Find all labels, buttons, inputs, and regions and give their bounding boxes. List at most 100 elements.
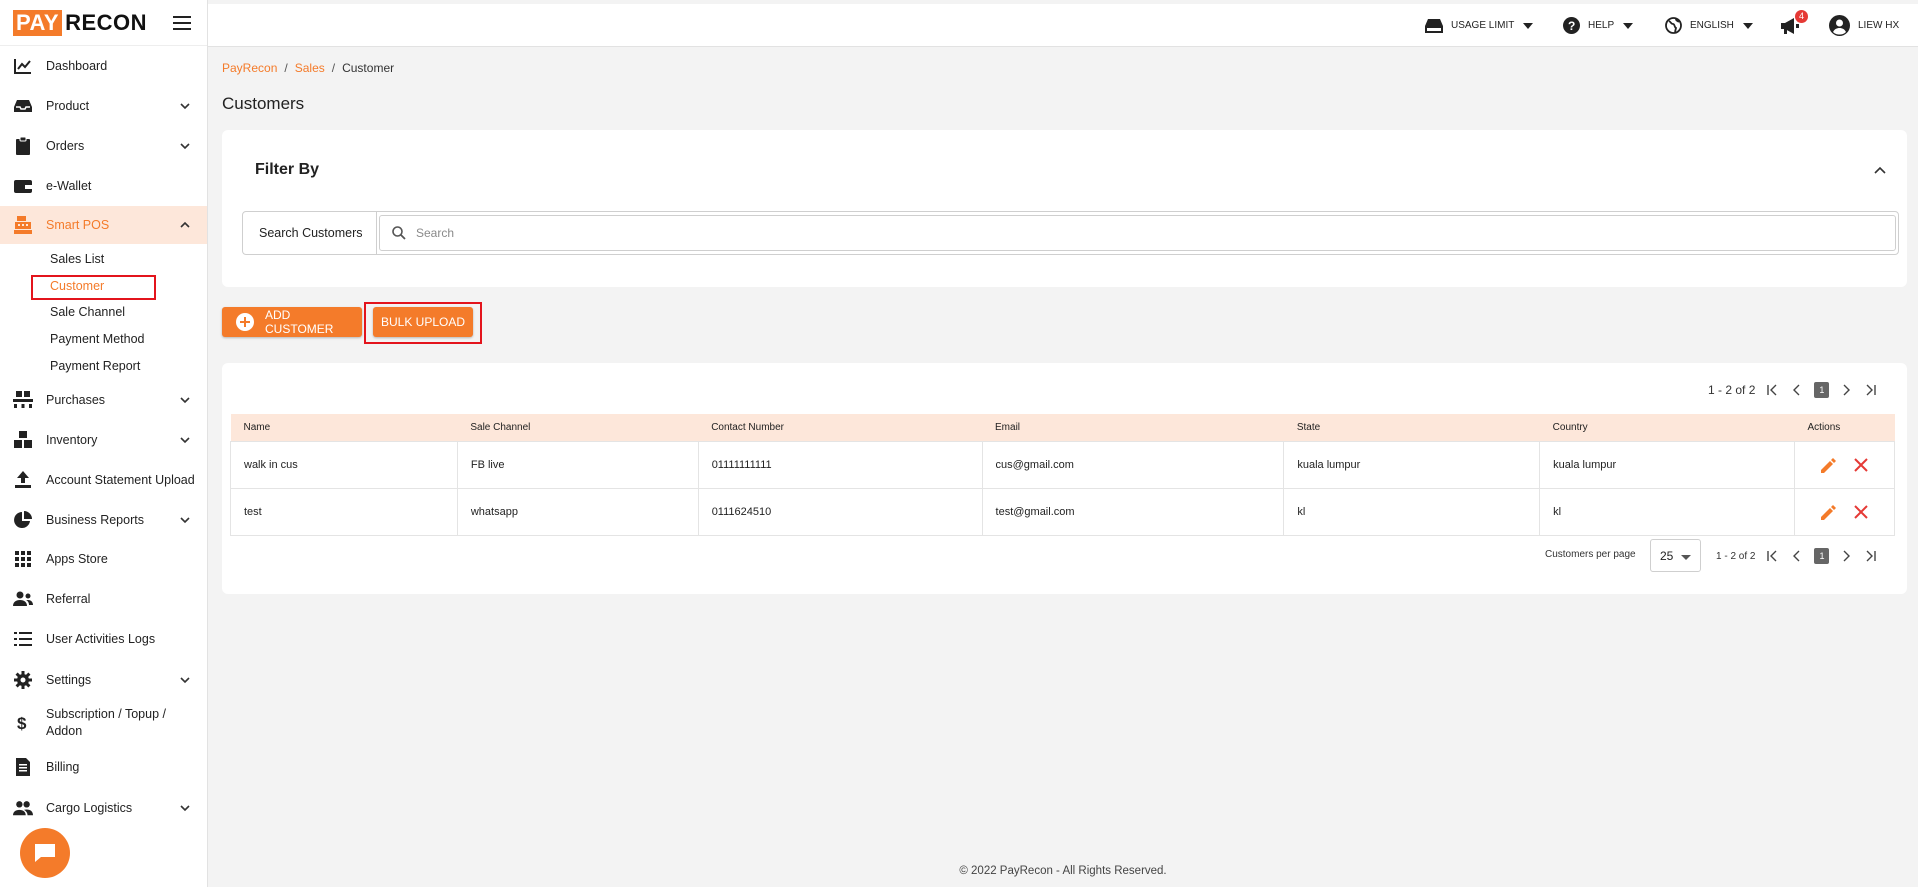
chevron-up-icon[interactable] [1873,164,1887,178]
sidebar-item-label: Inventory [46,432,98,447]
wallet-icon [13,176,33,196]
per-page-value: 25 [1660,548,1674,563]
sidebar-item-settings[interactable]: Settings [0,669,207,691]
breadcrumb-root[interactable]: PayRecon [222,61,277,75]
per-page-select[interactable]: 25 [1650,539,1701,572]
grid-icon [13,549,33,569]
cell-sale-channel: FB live [456,440,699,489]
menu-toggle-icon[interactable] [173,15,191,30]
account-circle-icon [1829,15,1850,36]
customers-table: Name Sale Channel Contact Number Email S… [230,414,1895,536]
sidebar-item-user-activities-logs[interactable]: User Activities Logs [0,628,207,650]
column-header-state[interactable]: State [1283,414,1540,441]
sidebar-subitem-payment-report[interactable]: Payment Report [50,359,140,373]
sidebar-item-subscription[interactable]: $ Subscription / Topup / Addon [0,704,207,742]
chevron-up-icon [180,221,190,228]
add-customer-label: ADD CUSTOMER [265,308,334,336]
brand-logo[interactable]: PAY RECON [13,9,147,36]
sidebar-subitem-sales-list[interactable]: Sales List [50,252,104,266]
top-bar: USAGE LIMIT ? HELP ENGLISH 4 LIEW HX [208,4,1918,47]
first-page-icon[interactable] [1764,548,1780,564]
clipboard-icon [13,136,33,156]
search-icon [392,226,406,240]
chevron-down-icon [180,437,190,444]
usage-limit-label: USAGE LIMIT [1451,20,1515,31]
page-number[interactable]: 1 [1814,548,1830,564]
sidebar-item-label: User Activities Logs [46,631,156,646]
sidebar-item-purchases[interactable]: Purchases [0,389,207,411]
storage-icon [1425,17,1443,35]
sidebar-item-label: Smart POS [46,217,110,232]
sidebar-item-account-statement-upload[interactable]: Account Statement Upload [0,469,207,491]
gear-icon [13,670,33,690]
search-box[interactable] [379,215,1896,251]
chevron-down-icon [180,103,190,110]
sidebar-item-label: Dashboard [46,58,108,73]
chat-support-button[interactable] [20,828,70,878]
column-header-name[interactable]: Name [230,414,458,441]
sidebar-item-product[interactable]: Product [0,95,207,117]
first-page-icon[interactable] [1764,382,1780,398]
sidebar-item-referral[interactable]: Referral [0,588,207,610]
column-header-contact-number[interactable]: Contact Number [698,414,983,441]
usage-limit-menu[interactable]: USAGE LIMIT [1425,4,1534,47]
cell-email: test@gmail.com [981,487,1285,536]
column-header-email[interactable]: Email [982,414,1284,441]
chevron-down-icon [180,143,190,150]
next-page-icon[interactable] [1838,548,1854,564]
next-page-icon[interactable] [1838,382,1854,398]
user-menu[interactable]: LIEW HX [1829,4,1899,47]
notifications-button[interactable]: 4 [1781,4,1808,47]
notification-badge: 4 [1795,9,1808,23]
caret-down-icon [1623,22,1634,29]
sidebar-subitem-payment-method[interactable]: Payment Method [50,332,145,346]
chevron-down-icon [180,397,190,404]
sidebar-item-billing[interactable]: Billing [0,756,207,778]
cell-state: kuala lumpur [1283,440,1541,489]
svg-text:?: ? [1568,19,1575,33]
sidebar-item-ewallet[interactable]: e-Wallet [0,175,207,197]
page-title: Customers [222,94,305,113]
highlight-box-bulk-upload [364,302,482,344]
column-header-sale-channel[interactable]: Sale Channel [457,414,699,441]
sidebar-item-label: Account Statement Upload [46,472,195,487]
cash-register-icon [13,215,33,235]
sidebar-item-label: Cargo Logistics [46,800,133,815]
edit-icon[interactable] [1820,504,1837,520]
search-group: Search Customers [242,211,1899,255]
breadcrumb: PayRecon / Sales / Customer [222,61,395,75]
megaphone-icon: 4 [1781,9,1808,35]
globe-icon [1664,17,1682,35]
add-customer-button[interactable]: ADD CUSTOMER [222,307,362,337]
help-menu[interactable]: ? HELP [1562,4,1634,47]
chevron-down-icon [180,677,190,684]
sidebar-item-dashboard[interactable]: Dashboard [0,55,207,77]
help-icon: ? [1562,17,1580,35]
delete-icon[interactable] [1854,504,1868,519]
sidebar-item-cargo-logistics[interactable]: Cargo Logistics [0,797,207,819]
sidebar-item-apps-store[interactable]: Apps Store [0,548,207,570]
sidebar-item-label: Orders [46,138,85,153]
pagination-range: 1 - 2 of 2 [1716,550,1756,562]
prev-page-icon[interactable] [1789,382,1805,398]
delete-icon[interactable] [1854,457,1868,472]
last-page-icon[interactable] [1863,382,1879,398]
cell-country: kuala lumpur [1539,440,1795,489]
breadcrumb-section[interactable]: Sales [295,61,325,75]
column-header-actions: Actions [1794,414,1895,441]
page-number[interactable]: 1 [1814,382,1830,398]
column-header-country[interactable]: Country [1539,414,1795,441]
sidebar-subitem-sale-channel[interactable]: Sale Channel [50,305,125,319]
upload-icon [13,470,33,490]
language-menu[interactable]: ENGLISH [1664,4,1753,47]
last-page-icon[interactable] [1863,548,1879,564]
sidebar-item-smart-pos[interactable]: Smart POS [0,206,207,244]
sidebar-item-orders[interactable]: Orders [0,135,207,157]
caret-down-icon [1523,22,1534,29]
edit-icon[interactable] [1820,457,1837,473]
sidebar-item-inventory[interactable]: Inventory [0,429,207,451]
search-input[interactable] [416,226,1816,240]
prev-page-icon[interactable] [1789,548,1805,564]
sidebar-item-business-reports[interactable]: Business Reports [0,509,207,531]
cell-country: kl [1539,487,1795,536]
